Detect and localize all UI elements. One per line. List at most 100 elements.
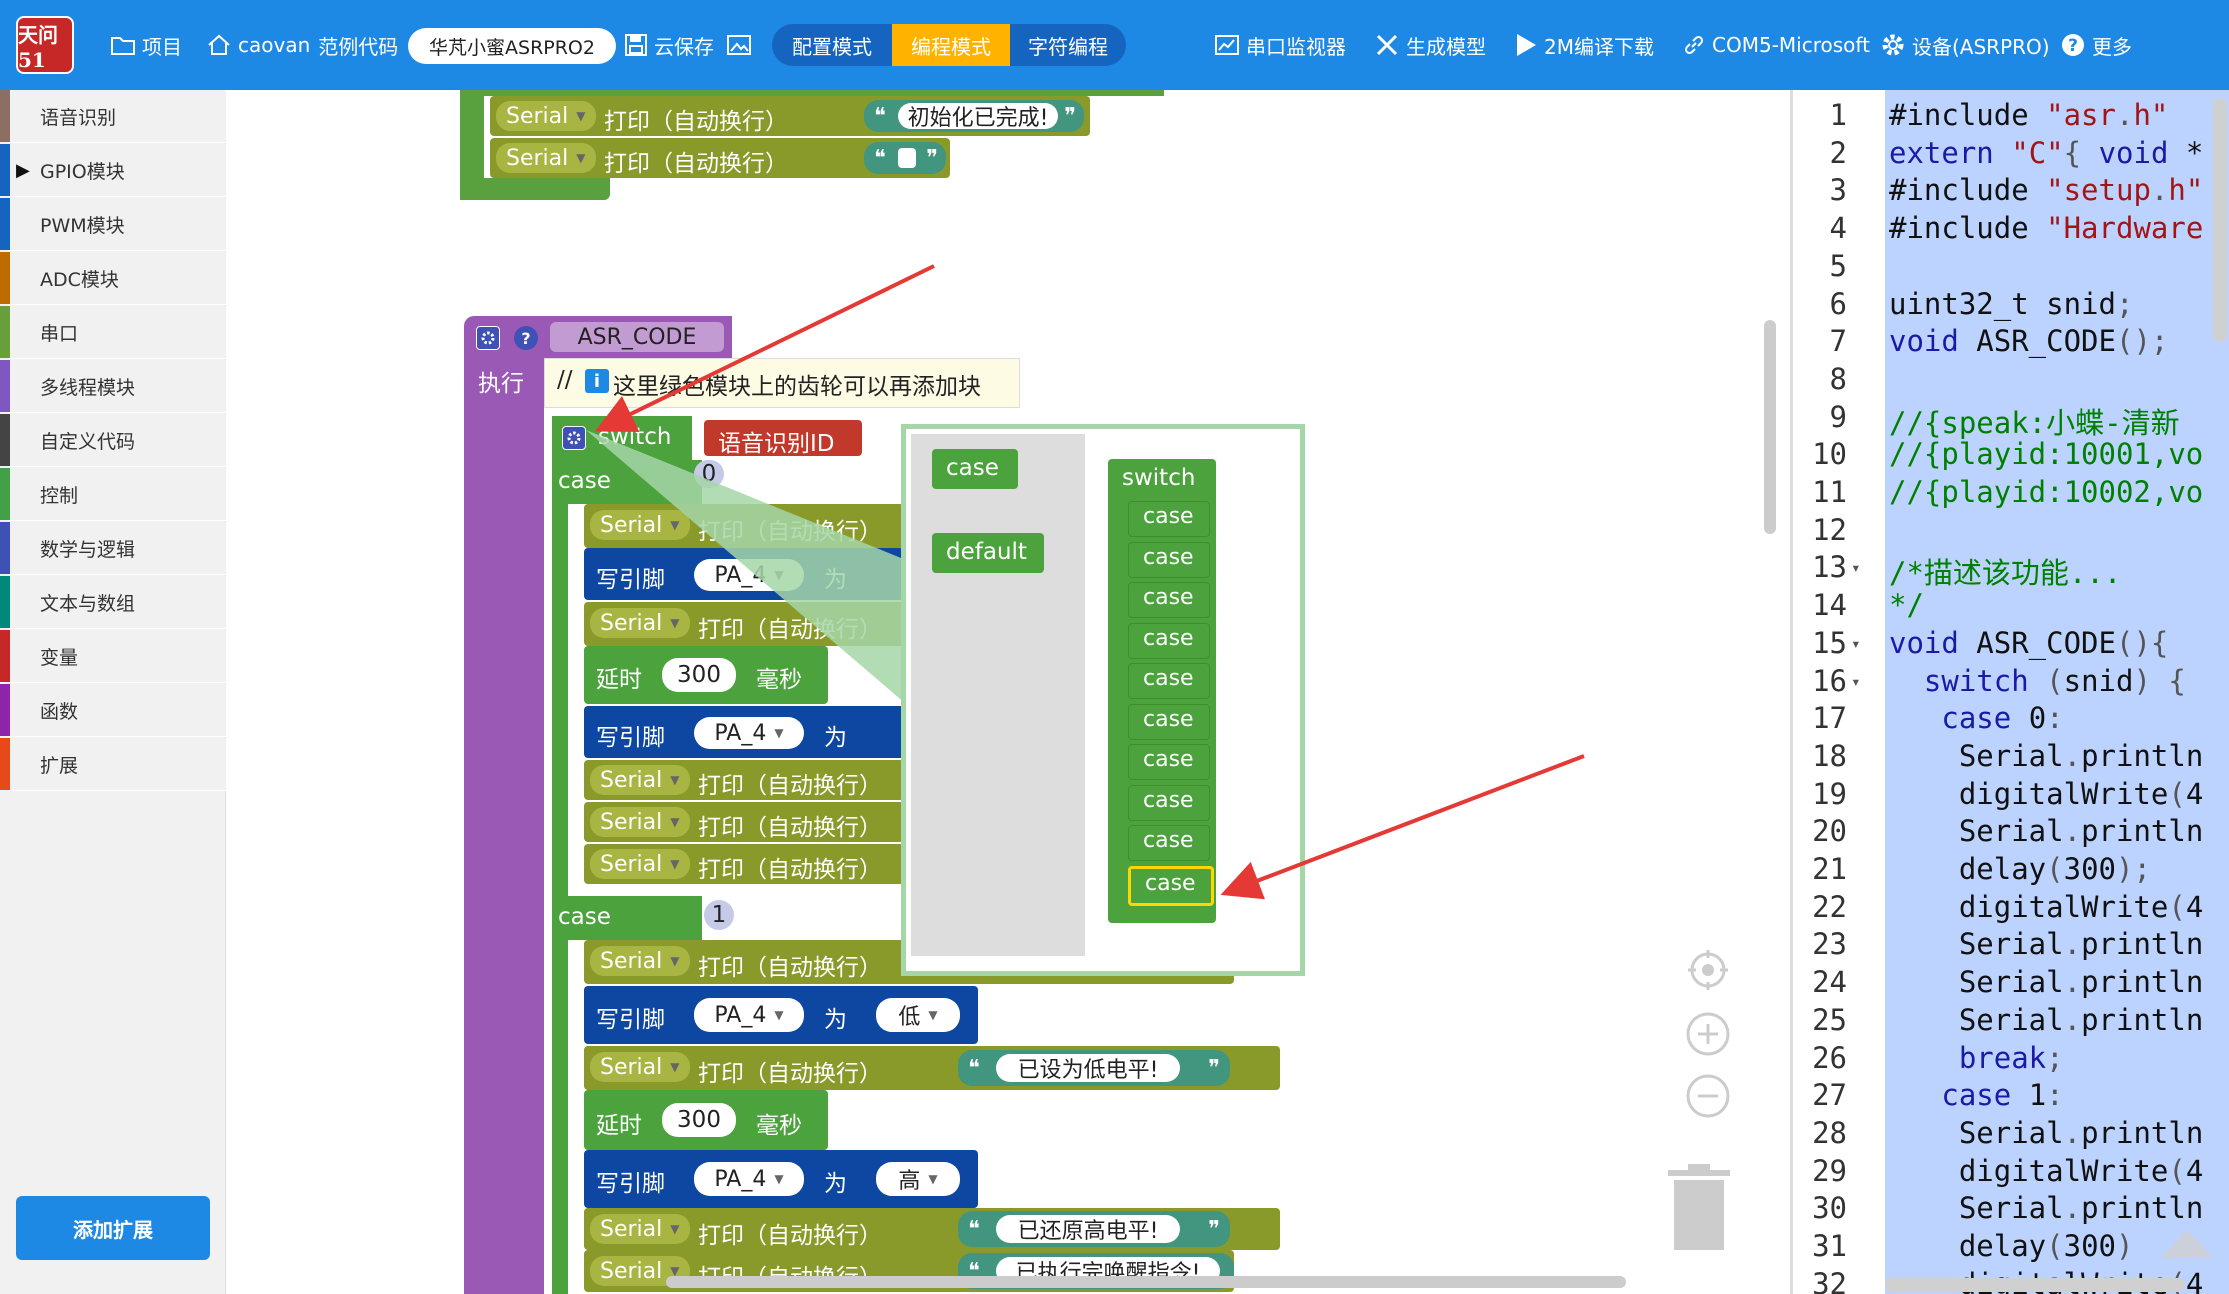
category-label: 串口 <box>40 322 79 345</box>
category-color-bar <box>0 252 10 304</box>
code-line: #include "asr.h" <box>1889 98 2169 132</box>
recenter-icon[interactable] <box>1686 948 1730 992</box>
examples-menu[interactable]: caovan 范例代码 <box>206 0 398 90</box>
more-label: 更多 <box>2092 34 2132 59</box>
more-button[interactable]: ? 更多 <box>2060 0 2132 90</box>
annotation-arrows <box>594 264 1585 900</box>
cloud-save-label: 云保存 <box>654 34 714 59</box>
line-number: 17 <box>1812 701 1847 736</box>
trash-icon[interactable] <box>1666 1162 1732 1252</box>
code-line: case 0: <box>1941 701 2064 736</box>
scroll-top-icon[interactable] <box>2157 1220 2217 1270</box>
line-number: 23 <box>1812 927 1847 962</box>
line-number: 21 <box>1812 852 1847 886</box>
editor-vertical-scrollbar[interactable] <box>2213 98 2227 342</box>
category-label: ADC模块 <box>40 268 119 291</box>
sidebar-category[interactable]: 语音识别 <box>0 90 226 143</box>
sidebar-category[interactable]: 变量 <box>0 630 226 683</box>
project-menu[interactable]: 项目 <box>110 0 182 90</box>
gear-icon <box>1880 32 1906 58</box>
category-label: 自定义代码 <box>40 430 136 453</box>
code-line: digitalWrite(4 <box>1889 776 2204 811</box>
code-editor[interactable]: 1 #include "asr.h" 2 extern "C"{ void * 3 #in… <box>1790 90 2229 1294</box>
line-number: 4 <box>1829 211 1847 246</box>
port-selector[interactable]: COM5-Microsoft <box>1682 0 1870 90</box>
workspace-vertical-scrollbar[interactable] <box>1764 320 1776 534</box>
line-number: 10 <box>1812 437 1847 472</box>
sidebar-category[interactable]: 数学与逻辑 <box>0 522 226 575</box>
category-label: 语音识别 <box>40 106 117 129</box>
compile-download-button[interactable]: 2M编译下载 <box>1514 0 1654 90</box>
port-label: COM5-Microsoft <box>1712 33 1870 57</box>
sidebar-category[interactable]: 函数 <box>0 684 226 737</box>
category-label: 函数 <box>40 700 79 723</box>
image-icon <box>726 33 752 57</box>
device-settings-button[interactable]: 设备(ASRPRO) <box>1880 0 2050 90</box>
zoom-in-icon[interactable] <box>1686 1012 1730 1056</box>
code-line: uint32_t snid; <box>1889 286 2134 321</box>
line-number: 16 <box>1812 663 1847 698</box>
sidebar-category[interactable]: 控制 <box>0 468 226 521</box>
mode-text-tab[interactable]: 字符编程 <box>1010 24 1126 66</box>
generate-model-button[interactable]: 生成模型 <box>1374 0 1486 90</box>
zoom-out-icon[interactable] <box>1686 1074 1730 1118</box>
fold-toggle-icon[interactable]: ▾ <box>1851 634 1861 653</box>
sidebar-category[interactable]: ADC模块 <box>0 252 226 305</box>
sidebar-category[interactable]: ▶ GPIO模块 <box>0 144 226 197</box>
line-number: 3 <box>1829 173 1847 208</box>
mode-block-tab[interactable]: 编程模式 <box>892 24 1010 66</box>
code-line: case 1: <box>1941 1078 2064 1113</box>
mode-config-tab[interactable]: 配置模式 <box>772 24 892 66</box>
sidebar-category[interactable]: 扩展 <box>0 738 226 791</box>
add-extension-button[interactable]: 添加扩展 <box>16 1196 210 1260</box>
line-number: 32 <box>1812 1266 1847 1294</box>
user-label: caovan <box>238 33 311 57</box>
category-color-bar <box>0 360 10 412</box>
serial-monitor-label: 串口监视器 <box>1246 34 1346 59</box>
line-number: 22 <box>1812 889 1847 924</box>
workspace-horizontal-scrollbar[interactable] <box>666 1276 1626 1288</box>
image-button[interactable] <box>726 0 758 90</box>
category-color-bar <box>0 468 10 520</box>
sidebar-category[interactable]: 串口 <box>0 306 226 359</box>
code-line: void ASR_CODE(); <box>1889 324 2169 359</box>
fold-toggle-icon[interactable]: ▾ <box>1851 672 1861 691</box>
tools-icon <box>1374 32 1400 58</box>
line-number: 14 <box>1812 588 1847 623</box>
cloud-save-button[interactable]: 云保存 <box>624 0 714 90</box>
expand-triangle-icon: ▶ <box>16 159 30 181</box>
line-number: 8 <box>1829 361 1847 396</box>
generate-model-label: 生成模型 <box>1406 34 1486 59</box>
line-number: 2 <box>1829 135 1847 170</box>
code-line: delay(300) <box>1889 1229 2134 1263</box>
category-color-bar <box>0 684 10 736</box>
chart-icon <box>1214 33 1240 57</box>
code-line: #include "Hardware <box>1889 211 2204 246</box>
sidebar-category[interactable]: PWM模块 <box>0 198 226 251</box>
editor-horizontal-scrollbar[interactable] <box>1885 1278 2185 1292</box>
fold-toggle-icon[interactable]: ▾ <box>1851 558 1861 577</box>
sidebar-category[interactable]: 自定义代码 <box>0 414 226 467</box>
sidebar-category[interactable]: 文本与数组 <box>0 576 226 629</box>
category-label: 扩展 <box>40 754 79 777</box>
category-color-bar <box>0 522 10 574</box>
code-line: Serial.println <box>1889 1115 2204 1150</box>
mode-switcher: 配置模式 编程模式 字符编程 <box>772 24 1126 66</box>
line-number: 29 <box>1812 1153 1847 1188</box>
line-number: 15 <box>1812 625 1847 660</box>
examples-label: 范例代码 <box>318 34 399 59</box>
board-selector[interactable]: 华芃小蜜ASRPRO2 <box>408 28 616 64</box>
code-line: //{playid:10001,vo <box>1889 437 2204 472</box>
block-workspace[interactable]: Serial ▼ 打印（自动换行） ❝ 初始化已完成! ❞ Serial ▼ 打印（… <box>226 90 1786 1294</box>
compile-label: 2M编译下载 <box>1544 34 1654 59</box>
code-line: */ <box>1889 588 1924 623</box>
line-number: 11 <box>1812 475 1847 509</box>
sidebar-category[interactable]: 多线程模块 <box>0 360 226 413</box>
code-line: digitalWrite(4 <box>1889 889 2204 924</box>
category-color-bar <box>0 576 10 628</box>
category-color-bar <box>0 738 10 790</box>
line-number: 25 <box>1812 1002 1847 1037</box>
code-line: //{speak:小蝶-清新 <box>1889 405 2180 440</box>
serial-monitor-button[interactable]: 串口监视器 <box>1214 0 1346 90</box>
code-line: Serial.println <box>1889 927 2204 962</box>
